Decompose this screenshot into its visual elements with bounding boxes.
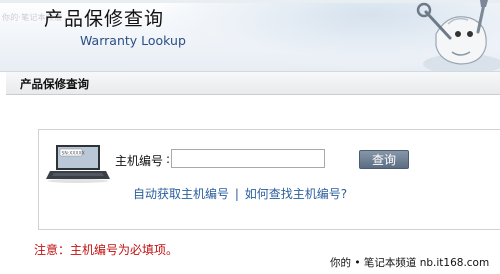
footer-watermark: 你的 • 笔记本频道 nb.it168.com <box>326 253 500 274</box>
laptop-icon: SN:XXXXX <box>46 145 110 183</box>
host-number-colon: : <box>166 152 171 166</box>
section-header: 产品保修查询 <box>6 72 500 95</box>
link-separator: | <box>234 187 239 201</box>
help-links: 自动获取主机编号 | 如何查找主机编号? <box>133 185 347 202</box>
how-to-find-host-number-link[interactable]: 如何查找主机编号? <box>245 187 347 201</box>
page-header: 你的·笔记本频道 产品保修查询 Warranty Lookup <box>0 0 500 71</box>
section-title: 产品保修查询 <box>20 77 89 91</box>
auto-get-host-number-link[interactable]: 自动获取主机编号 <box>133 187 229 201</box>
page-title: 产品保修查询 <box>44 8 165 30</box>
host-number-label: 主机编号 <box>115 154 164 168</box>
mascot-icon <box>416 0 500 71</box>
laptop-screen-text: SN:XXXXX <box>62 151 85 157</box>
page-subtitle: Warranty Lookup <box>80 33 186 48</box>
host-number-input[interactable] <box>171 149 325 168</box>
query-button[interactable]: 查询 <box>359 150 409 169</box>
required-notice: 注意：主机编号为必填项。 <box>34 243 179 257</box>
